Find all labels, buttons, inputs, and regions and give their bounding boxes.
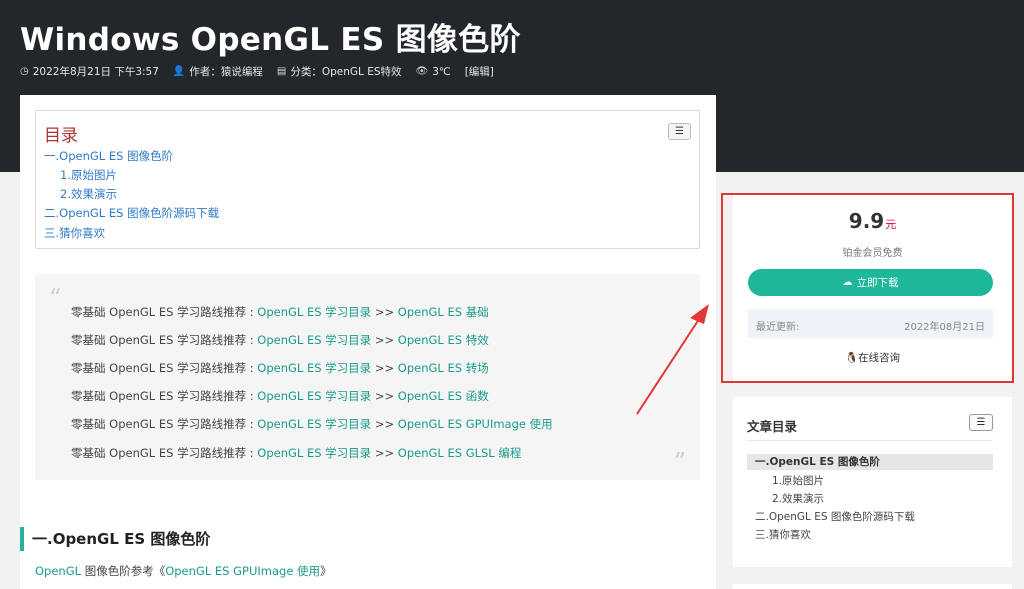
- toc-item-3[interactable]: 三.猜你喜欢: [44, 225, 105, 241]
- cloud-download-icon: ☁: [843, 277, 853, 288]
- download-card: 9.9元 铂金会员免费 ☁ 立即下载 最近更新: 2022年08月21日 🐧在线咨询: [733, 193, 1012, 381]
- toc-item-label: .OpenGL ES 图像色阶: [56, 149, 174, 163]
- sidebar-toc: 文章目录 ☰ 一.OpenGL ES 图像色阶 1.原始图片 2.效果演示 二.…: [733, 397, 1012, 567]
- article-body: 目录 ☰ 一.OpenGL ES 图像色阶 1.原始图片 2.效果演示 二.Op…: [20, 95, 716, 589]
- quote-link-topic[interactable]: OpenGL ES 转场: [398, 361, 489, 375]
- quote-line: 零基础 OpenGL ES 学习路线推荐 : OpenGL ES 学习目录 >>…: [71, 332, 489, 348]
- quote-close-icon: ”: [674, 448, 686, 476]
- quote-prefix: 零基础 OpenGL ES 学习路线推荐 :: [71, 361, 257, 375]
- quote-line: 零基础 OpenGL ES 学习路线推荐 : OpenGL ES 学习目录 >>…: [71, 445, 521, 461]
- toc-item-label: .原始图片: [67, 168, 117, 182]
- quote-link-toc[interactable]: OpenGL ES 学习目录: [257, 417, 371, 431]
- post-views-text: 3℃: [432, 66, 450, 78]
- section-heading: 一.OpenGL ES 图像色阶: [20, 527, 210, 551]
- quote-line: 零基础 OpenGL ES 学习路线推荐 : OpenGL ES 学习目录 >>…: [71, 416, 553, 432]
- sidebar-toc-item[interactable]: 二.OpenGL ES 图像色阶源码下载: [755, 509, 915, 524]
- post-date: ◷ 2022年8月21日 下午3:57: [20, 64, 159, 79]
- post-views: 👁3℃: [416, 66, 451, 78]
- consult-label: 在线咨询: [858, 352, 900, 364]
- download-button[interactable]: ☁ 立即下载: [748, 269, 993, 296]
- para-text: 图像色阶参考《: [81, 564, 165, 578]
- clock-icon: ◷: [20, 66, 29, 77]
- quote-link-toc[interactable]: OpenGL ES 学习目录: [257, 389, 371, 403]
- sidebar-toc-item[interactable]: 一.OpenGL ES 图像色阶: [747, 454, 993, 470]
- quote-link-toc[interactable]: OpenGL ES 学习目录: [257, 446, 371, 460]
- toc-toggle-button[interactable]: ☰: [668, 123, 691, 140]
- post-title: Windows OpenGL ES 图像色阶: [20, 14, 521, 59]
- sidebar-toc-item[interactable]: 2.效果演示: [772, 491, 824, 506]
- quote-prefix: 零基础 OpenGL ES 学习路线推荐 :: [71, 446, 257, 460]
- price: 9.9元: [733, 209, 1012, 233]
- quote-link-topic[interactable]: OpenGL ES 基础: [398, 305, 489, 319]
- toc-item-label: .OpenGL ES 图像色阶源码下载: [56, 206, 220, 220]
- list-icon: ☰: [675, 126, 684, 137]
- quote-sep: >>: [371, 389, 398, 403]
- toc-item-num: 二: [44, 206, 56, 220]
- quote-sep: >>: [371, 333, 398, 347]
- para-end: 》: [320, 564, 332, 578]
- quote-prefix: 零基础 OpenGL ES 学习路线推荐 :: [71, 305, 257, 319]
- last-update: 最近更新: 2022年08月21日: [748, 309, 993, 338]
- quote-link-toc[interactable]: OpenGL ES 学习目录: [257, 333, 371, 347]
- quote-line: 零基础 OpenGL ES 学习路线推荐 : OpenGL ES 学习目录 >>…: [71, 304, 489, 320]
- qq-icon: 🐧: [845, 352, 858, 364]
- quote-sep: >>: [371, 305, 398, 319]
- gpuimage-link[interactable]: OpenGL ES GPUImage 使用: [165, 564, 320, 578]
- quote-open-icon: “: [49, 284, 61, 312]
- member-note: 铂金会员免费: [733, 244, 1012, 259]
- quote-sep: >>: [371, 361, 398, 375]
- quote-prefix: 零基础 OpenGL ES 学习路线推荐 :: [71, 333, 257, 347]
- post-category-text[interactable]: 分类：OpenGL ES特效: [290, 64, 401, 79]
- toc-item-num: 三: [44, 226, 56, 240]
- toc-item-1[interactable]: 一.OpenGL ES 图像色阶: [44, 148, 173, 164]
- toc-item-1-1[interactable]: 1.原始图片: [60, 167, 117, 183]
- price-value: 9.9: [849, 209, 884, 233]
- quote-prefix: 零基础 OpenGL ES 学习路线推荐 :: [71, 389, 257, 403]
- quote-link-toc[interactable]: OpenGL ES 学习目录: [257, 361, 371, 375]
- opengl-link[interactable]: OpenGL: [35, 564, 81, 578]
- post-category: ▤ 分类：OpenGL ES特效: [277, 64, 402, 79]
- post-date-text: 2022年8月21日 下午3:57: [33, 64, 159, 79]
- quote-link-toc[interactable]: OpenGL ES 学习目录: [257, 305, 371, 319]
- divider: [747, 440, 992, 441]
- update-date: 2022年08月21日: [904, 318, 985, 333]
- toc-item-1-2[interactable]: 2.效果演示: [60, 186, 117, 202]
- quote-line: 零基础 OpenGL ES 学习路线推荐 : OpenGL ES 学习目录 >>…: [71, 360, 489, 376]
- sidebar-toc-item[interactable]: 三.猜你喜欢: [755, 527, 811, 542]
- sidebar-toc-toggle[interactable]: ☰: [969, 414, 993, 431]
- section-paragraph: OpenGL 图像色阶参考《OpenGL ES GPUImage 使用》: [35, 563, 332, 579]
- sidebar-toc-item[interactable]: 1.原始图片: [772, 473, 824, 488]
- quote-prefix: 零基础 OpenGL ES 学习路线推荐 :: [71, 417, 257, 431]
- quote-link-topic[interactable]: OpenGL ES 特效: [398, 333, 489, 347]
- folder-icon: ▤: [277, 66, 286, 77]
- quote-sep: >>: [371, 417, 398, 431]
- eye-icon: 👁: [416, 66, 429, 77]
- sidebar-toc-title: 文章目录: [747, 416, 797, 435]
- quote-link-topic[interactable]: OpenGL ES GLSL 编程: [398, 446, 522, 460]
- online-consult-link[interactable]: 🐧在线咨询: [733, 350, 1012, 365]
- edit-link[interactable]: [编辑]: [465, 64, 494, 79]
- quote-line: 零基础 OpenGL ES 学习路线推荐 : OpenGL ES 学习目录 >>…: [71, 388, 489, 404]
- download-button-label: 立即下载: [857, 275, 899, 290]
- post-author: 👤 作者：猿说编程: [173, 64, 263, 79]
- post-meta: ◷ 2022年8月21日 下午3:57 👤 作者：猿说编程 ▤ 分类：OpenGL E…: [20, 64, 508, 79]
- quote-sep: >>: [371, 446, 398, 460]
- toc-item-num: 一: [44, 149, 56, 163]
- next-sidebar-card: [733, 584, 1012, 589]
- price-unit: 元: [885, 218, 896, 231]
- toc-item-2[interactable]: 二.OpenGL ES 图像色阶源码下载: [44, 205, 219, 221]
- list-icon: ☰: [977, 417, 986, 428]
- post-author-text[interactable]: 作者：猿说编程: [189, 64, 263, 79]
- toc-title: 目录: [44, 121, 78, 146]
- toc-item-label: .效果演示: [67, 187, 117, 201]
- learning-path-quote: “ 零基础 OpenGL ES 学习路线推荐 : OpenGL ES 学习目录 …: [35, 274, 700, 480]
- user-icon: 👤: [173, 66, 185, 77]
- update-label: 最近更新:: [756, 318, 799, 333]
- toc-item-label: .猜你喜欢: [56, 226, 106, 240]
- quote-link-topic[interactable]: OpenGL ES 函数: [398, 389, 489, 403]
- inline-toc: 目录 ☰ 一.OpenGL ES 图像色阶 1.原始图片 2.效果演示 二.Op…: [35, 110, 700, 249]
- quote-link-topic[interactable]: OpenGL ES GPUImage 使用: [398, 417, 553, 431]
